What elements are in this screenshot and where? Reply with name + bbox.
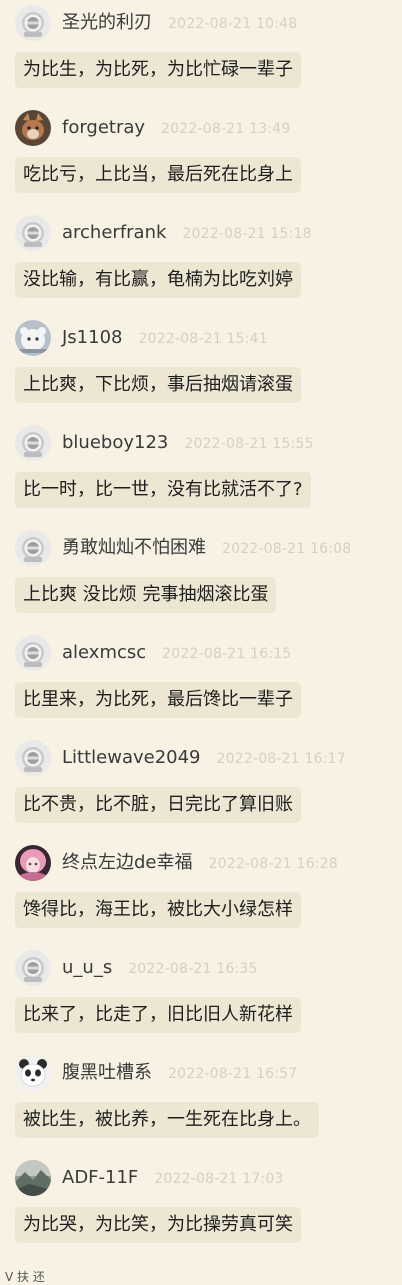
helmet-avatar[interactable] bbox=[15, 635, 51, 671]
comment-item: u_u_s 2022-08-21 16:35 比来了，比走了，旧比旧人新花样 bbox=[0, 950, 402, 1055]
comment-text-bubble[interactable]: 为比哭，为比笑，为比操劳真可笑 bbox=[15, 1207, 301, 1243]
comment-item: 勇敢灿灿不怕困难 2022-08-21 16:08 上比爽 没比烦 完事抽烟滚比蛋 bbox=[0, 530, 402, 635]
comment-text-bubble[interactable]: 吃比亏，上比当，最后死在比身上 bbox=[15, 157, 301, 193]
comment-timestamp: 2022-08-21 15:55 bbox=[184, 436, 314, 452]
username-text[interactable]: archerfrank bbox=[62, 222, 166, 243]
username-text[interactable]: ADF-11F bbox=[62, 1167, 138, 1188]
username-text[interactable]: forgetray bbox=[62, 117, 145, 138]
comment-timestamp: 2022-08-21 16:08 bbox=[222, 541, 352, 557]
comment-username[interactable]: 勇敢灿灿不怕困难 2022-08-21 16:08 bbox=[62, 536, 351, 561]
cat-avatar[interactable] bbox=[15, 110, 51, 146]
panda-avatar[interactable] bbox=[15, 1055, 51, 1091]
username-text[interactable]: 腹黑吐槽系 bbox=[62, 1062, 152, 1083]
comment-timestamp: 2022-08-21 16:35 bbox=[128, 961, 258, 977]
comment-timestamp: 2022-08-21 15:41 bbox=[138, 331, 268, 347]
comment-item: archerfrank 2022-08-21 15:18 没比输，有比赢，龟楠为比吃… bbox=[0, 215, 402, 320]
comment-username[interactable]: alexmcsc 2022-08-21 16:15 bbox=[62, 641, 292, 666]
comment-item: 圣光的利刃 2022-08-21 10:48 为比生，为比死，为比忙碌一辈子 bbox=[0, 5, 402, 110]
comment-timestamp: 2022-08-21 17:03 bbox=[154, 1171, 284, 1187]
username-text[interactable]: Littlewave2049 bbox=[62, 747, 201, 768]
comment-text-bubble[interactable]: 馋得比，海王比，被比大小绿怎样 bbox=[15, 892, 301, 928]
helmet-avatar[interactable] bbox=[15, 740, 51, 776]
username-text[interactable]: blueboy123 bbox=[62, 432, 168, 453]
helmet-avatar[interactable] bbox=[15, 215, 51, 251]
comment-username[interactable]: 圣光的利刃 2022-08-21 10:48 bbox=[62, 11, 297, 36]
comment-username[interactable]: archerfrank 2022-08-21 15:18 bbox=[62, 221, 312, 246]
comment-text-bubble[interactable]: 为比生，为比死，为比忙碌一辈子 bbox=[15, 52, 301, 88]
comment-username[interactable]: Js1108 2022-08-21 15:41 bbox=[62, 326, 268, 351]
comment-text-bubble[interactable]: 上比爽，下比烦，事后抽烟请滚蛋 bbox=[15, 367, 301, 403]
username-text[interactable]: 圣光的利刃 bbox=[62, 12, 152, 33]
helmet-avatar[interactable] bbox=[15, 5, 51, 41]
comment-timestamp: 2022-08-21 16:57 bbox=[168, 1066, 298, 1082]
white-animal-avatar[interactable] bbox=[15, 320, 51, 356]
comment-username[interactable]: ADF-11F 2022-08-21 17:03 bbox=[62, 1166, 284, 1191]
comment-item: forgetray 2022-08-21 13:49 吃比亏，上比当，最后死在比身上 bbox=[0, 110, 402, 215]
username-text[interactable]: u_u_s bbox=[62, 957, 112, 978]
comment-item: ADF-11F 2022-08-21 17:03 为比哭，为比笑，为比操劳真可笑 bbox=[0, 1160, 402, 1265]
username-text[interactable]: 勇敢灿灿不怕困难 bbox=[62, 537, 206, 558]
bottom-hint: V 扶 还 bbox=[5, 1270, 45, 1284]
comment-username[interactable]: 腹黑吐槽系 2022-08-21 16:57 bbox=[62, 1061, 297, 1086]
comment-timestamp: 2022-08-21 16:17 bbox=[216, 751, 346, 767]
comment-text-bubble[interactable]: 比来了，比走了，旧比旧人新花样 bbox=[15, 997, 301, 1033]
comment-text-bubble[interactable]: 比不贵，比不脏，日完比了算旧账 bbox=[15, 787, 301, 823]
comment-item: 腹黑吐槽系 2022-08-21 16:57 被比生，被比养，一生死在比身上。 bbox=[0, 1055, 402, 1160]
comment-item: blueboy123 2022-08-21 15:55 比一时，比一世，没有比就活不… bbox=[0, 425, 402, 530]
comment-timestamp: 2022-08-21 10:48 bbox=[168, 16, 298, 32]
comment-timestamp: 2022-08-21 13:49 bbox=[161, 121, 291, 137]
comment-username[interactable]: u_u_s 2022-08-21 16:35 bbox=[62, 956, 258, 981]
comment-text-bubble[interactable]: 比一时，比一世，没有比就活不了? bbox=[15, 472, 311, 508]
comment-item: Js1108 2022-08-21 15:41 上比爽，下比烦，事后抽烟请滚蛋 bbox=[0, 320, 402, 425]
username-text[interactable]: 终点左边de幸福 bbox=[62, 852, 193, 873]
anime-pink-avatar[interactable] bbox=[15, 845, 51, 881]
helmet-avatar[interactable] bbox=[15, 530, 51, 566]
comment-username[interactable]: blueboy123 2022-08-21 15:55 bbox=[62, 431, 314, 456]
comment-text-bubble[interactable]: 没比输，有比赢，龟楠为比吃刘婷 bbox=[15, 262, 301, 298]
comment-username[interactable]: forgetray 2022-08-21 13:49 bbox=[62, 116, 290, 141]
comment-timestamp: 2022-08-21 15:18 bbox=[182, 226, 312, 242]
helmet-avatar[interactable] bbox=[15, 425, 51, 461]
helmet-avatar[interactable] bbox=[15, 950, 51, 986]
comment-username[interactable]: Littlewave2049 2022-08-21 16:17 bbox=[62, 746, 346, 771]
comment-text-bubble[interactable]: 被比生，被比养，一生死在比身上。 bbox=[15, 1102, 319, 1138]
comment-item: Littlewave2049 2022-08-21 16:17 比不贵，比不脏，日完… bbox=[0, 740, 402, 845]
username-text[interactable]: alexmcsc bbox=[62, 642, 146, 663]
comment-text-bubble[interactable]: 上比爽 没比烦 完事抽烟滚比蛋 bbox=[15, 577, 277, 613]
username-text[interactable]: Js1108 bbox=[62, 327, 123, 348]
comment-text-bubble[interactable]: 比里来，为比死，最后馋比一辈子 bbox=[15, 682, 301, 718]
comment-timestamp: 2022-08-21 16:28 bbox=[208, 856, 338, 872]
comment-feed[interactable]: 圣光的利刃 2022-08-21 10:48 为比生，为比死，为比忙碌一辈子 forg… bbox=[0, 0, 402, 1280]
comment-item: alexmcsc 2022-08-21 16:15 比里来，为比死，最后馋比一辈子 bbox=[0, 635, 402, 740]
comment-username[interactable]: 终点左边de幸福 2022-08-21 16:28 bbox=[62, 851, 338, 876]
comment-timestamp: 2022-08-21 16:15 bbox=[162, 646, 292, 662]
landscape-avatar[interactable] bbox=[15, 1160, 51, 1196]
comment-item: 终点左边de幸福 2022-08-21 16:28 馋得比，海王比，被比大小绿怎样 bbox=[0, 845, 402, 950]
